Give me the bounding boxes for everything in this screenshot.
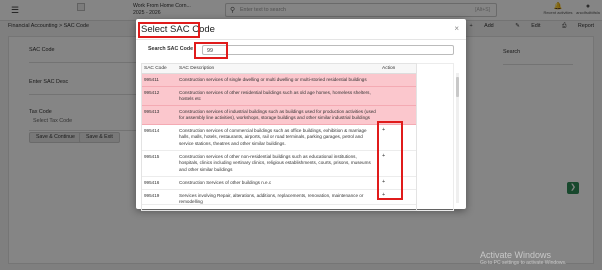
action-highlight-box	[377, 121, 403, 200]
close-icon[interactable]: ×	[454, 24, 459, 33]
select-sac-modal: Select SAC Code × Search SAC Code 99 SAC…	[136, 19, 466, 211]
watermark-title: Activate Windows	[480, 250, 552, 260]
table-row[interactable]: 995412 Construction services of other re…	[142, 87, 416, 106]
table-row[interactable]: 995419 Services involving Repair, altera…	[142, 190, 416, 205]
row-code: 995411	[144, 77, 159, 82]
search-sac-input[interactable]: 99	[202, 45, 454, 55]
table-row[interactable]: 995413 Construction services of industri…	[142, 106, 416, 125]
table-side-panel	[417, 63, 454, 211]
row-description: Construction services of industrial buil…	[179, 109, 376, 121]
modal-divider	[136, 39, 466, 40]
row-description: Construction services of commercial buil…	[179, 128, 367, 146]
title-highlight-box	[138, 22, 200, 38]
watermark-subtitle: Go to PC settings to activate Windows.	[480, 260, 567, 266]
table-row[interactable]: 995415 Construction services of other no…	[142, 151, 416, 177]
row-description: Services involving Repair, alterations, …	[179, 193, 364, 205]
row-description: Construction services of other non-resid…	[179, 154, 371, 172]
row-description: Construction services of single dwelling…	[179, 77, 367, 82]
row-description: Construction Services of other buildings…	[179, 180, 272, 185]
activation-watermark: Activate Windows Go to PC settings to ac…	[480, 250, 566, 266]
col-action: Action	[382, 66, 396, 71]
col-sac-code: SAC Code	[144, 66, 167, 71]
row-code: 995419	[144, 193, 160, 198]
row-code: 995412	[144, 90, 160, 95]
table-row[interactable]: 995416 Construction Services of other bu…	[142, 177, 416, 190]
table-scrollbar[interactable]	[456, 73, 459, 203]
table-header: SAC Code SAC Description Action	[142, 64, 416, 74]
input-highlight-box	[194, 42, 228, 59]
row-code: 995415	[144, 154, 160, 159]
row-description: Construction services of other residenti…	[179, 90, 371, 102]
col-sac-description: SAC Description	[179, 66, 215, 71]
table-row[interactable]: 995411 Construction services of single d…	[142, 74, 416, 87]
row-code: 995413	[144, 109, 160, 114]
sac-table: SAC Code SAC Description Action 995411 C…	[141, 63, 417, 211]
scrollbar-thumb[interactable]	[456, 77, 459, 97]
row-code: 995414	[144, 128, 160, 133]
table-row[interactable]: 995414 Construction services of commerci…	[142, 125, 416, 151]
search-sac-label: Search SAC Code	[148, 46, 194, 52]
row-code: 995416	[144, 180, 160, 185]
